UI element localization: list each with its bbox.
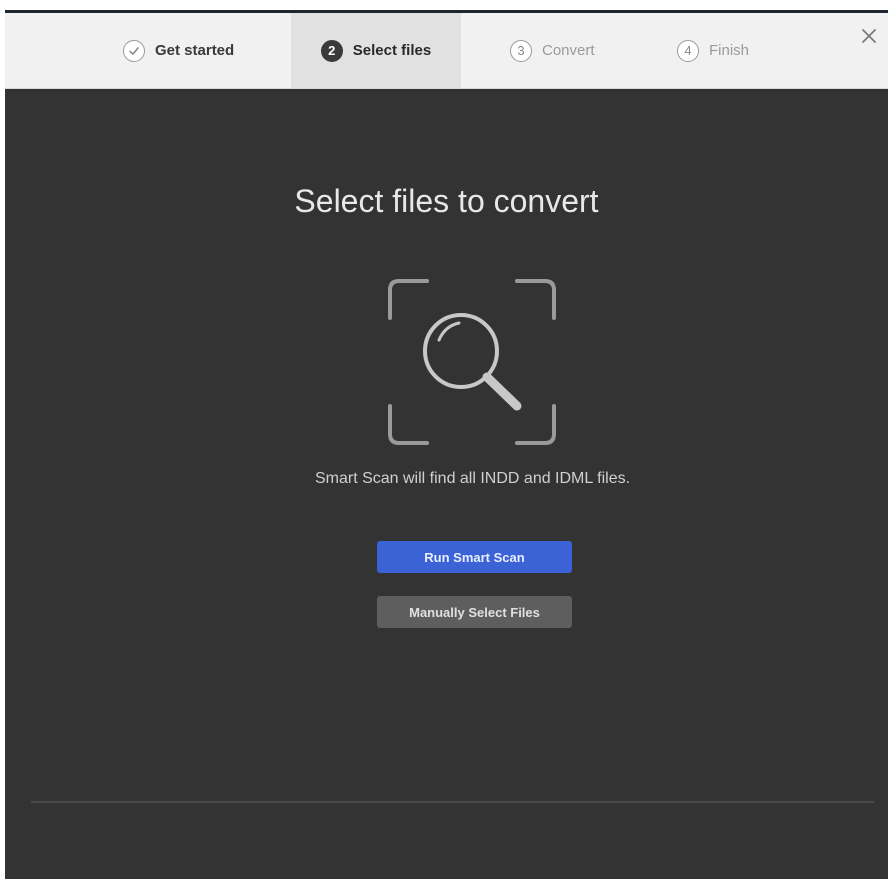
step-number: 3 [510, 39, 532, 62]
step-finish[interactable]: 4 Finish [677, 13, 749, 88]
step-select-files[interactable]: 2 Select files [291, 13, 461, 88]
description-text: Smart Scan will find all INDD and IDML f… [314, 470, 631, 487]
step-bar: Get started 2 Select files 3 Convert 4 F… [5, 13, 888, 89]
magnifier-scan-icon [387, 278, 557, 446]
close-icon[interactable] [858, 25, 880, 47]
step-label: Finish [709, 42, 750, 59]
step-label: Convert [542, 42, 595, 59]
footer-divider [31, 801, 874, 803]
manually-select-files-button[interactable]: Manually Select Files [377, 596, 572, 628]
run-smart-scan-button[interactable]: Run Smart Scan [377, 541, 572, 573]
step-get-started[interactable]: Get started [123, 13, 234, 88]
step-number: 4 [677, 39, 699, 62]
check-icon [123, 39, 145, 62]
step-label: Get started [155, 42, 235, 59]
step-label: Select files [352, 42, 432, 59]
convert-dialog: Get started 2 Select files 3 Convert 4 F… [5, 10, 888, 879]
page-title: Select files to convert [294, 183, 599, 219]
step-number: 2 [320, 39, 343, 62]
step-convert[interactable]: 3 Convert [510, 13, 595, 88]
